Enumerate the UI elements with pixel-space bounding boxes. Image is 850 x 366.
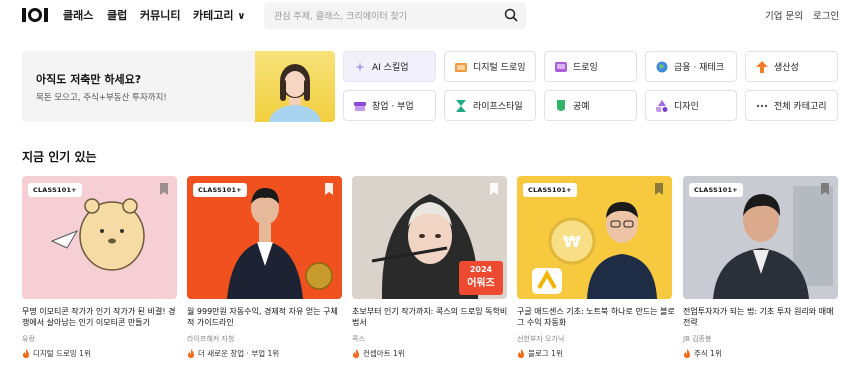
nav-classes[interactable]: 클래스 [63,7,93,23]
class101-logo[interactable] [22,8,48,22]
card-creator: 선한부자 오가닉 [517,335,565,343]
hourglass-icon [456,99,466,112]
card-rank: 디지털 드로잉 1위 [22,348,91,359]
category-startup[interactable]: 창업 · 부업 [343,90,436,121]
card-creator: 유랑 [22,335,35,343]
more-icon [756,104,768,107]
flame-icon [518,349,524,358]
bookmark-icon[interactable] [820,183,830,195]
awards-label: 어워즈 [467,278,495,289]
class-card[interactable]: 2024 어워즈 초보부터 인기 작가까지: 콕스의 드로잉 독학비법서 콕스 … [352,176,507,358]
class-card[interactable]: CLASS101+ 무명 이모티콘 작가가 인기 작가가 된 비결! 경쟁에서 … [22,176,177,358]
class101-plus-badge: CLASS101+ [523,183,577,197]
enterprise-inquiry-link[interactable]: 기업 문의 [765,8,803,22]
search-input[interactable]: 관심 주제, 클래스, 크리에이터 찾기 [274,9,407,22]
category-label: 드로잉 [573,63,598,73]
card-thumbnail[interactable]: CLASS101+ [187,176,342,299]
category-craft[interactable]: 공예 [544,90,637,121]
shapes-icon [656,99,668,112]
login-link[interactable]: 로그인 [813,8,839,22]
category-label: 공예 [573,102,590,112]
card-rank: 컨셉아트 1위 [352,348,405,359]
card-rank-label: 주식 1위 [694,349,722,358]
category-label: AI 스킬업 [372,63,409,73]
card-title[interactable]: 구글 애드센스 기초: 노트북 하나로 만드는 블로그 수익 자동화 [517,306,675,328]
card-rank: 더 새로운 창업 · 부업 1위 [187,348,279,359]
category-drawing[interactable]: 드로잉 [544,51,637,82]
category-label: 창업 · 부업 [372,102,414,112]
category-design[interactable]: 디자인 [645,90,737,121]
awards-2024-tag: 2024 어워즈 [459,261,503,295]
category-label: 디지털 드로잉 [473,63,526,73]
class-card[interactable]: CLASS101+ 전업투자자가 되는 법: 기초 투자 원리와 매매 전략 J… [683,176,838,358]
card-title[interactable]: 월 999만원 자동수익, 경제적 자유 얻는 구체적 가이드라인 [187,306,345,328]
flame-icon [23,349,29,358]
search-icon[interactable] [504,8,518,22]
card-rank-label: 컨셉아트 1위 [363,349,405,358]
bookmark-icon[interactable] [159,183,169,195]
search-bar[interactable]: 관심 주제, 클래스, 크리에이터 찾기 [264,2,526,29]
category-lifestyle[interactable]: 라이프스타일 [444,90,536,121]
card-creator: JB 김종봉 [683,335,712,343]
bookmark-icon[interactable] [489,183,499,195]
card-rank-label: 블로그 1위 [528,349,563,358]
card-creator: 콕스 [352,335,365,343]
awards-year: 2024 [469,265,493,274]
drawing-board-icon [555,61,567,72]
store-icon [354,101,366,111]
class101-plus-badge: CLASS101+ [28,183,82,197]
drawing-icon [455,62,467,72]
top-header: 클래스 클럽 커뮤니티 카테고리 ∨ 관심 주제, 클래스, 크리에이터 찾기 … [0,0,850,32]
category-label: 전체 카테고리 [774,102,827,112]
sparkle-icon [355,61,365,72]
nav-club[interactable]: 클럽 [107,7,127,23]
class101-plus-badge: CLASS101+ [193,183,247,197]
category-label: 금융 · 재테크 [674,63,724,73]
promo-title: 아직도 저축만 하세요? [36,73,142,86]
category-label: 생산성 [774,63,799,73]
card-title[interactable]: 무명 이모티콘 작가가 인기 작가가 된 비결! 경쟁에서 살아남는 인기 이모… [22,306,180,328]
nav-category-label: 카테고리 [193,9,234,22]
card-thumbnail[interactable]: CLASS101+ [683,176,838,299]
card-creator: 라이프해커 자청 [187,335,235,343]
promo-image [255,51,335,122]
svg-text:₩: ₩ [563,232,581,251]
chevron-down-icon: ∨ [237,11,246,22]
flame-icon [684,349,690,358]
promo-banner[interactable]: 아직도 저축만 하세요? 목돈 모으고, 주식+부동산 투자까지! [22,51,335,122]
category-label: 디자인 [674,102,699,112]
card-thumbnail[interactable]: ₩ CLASS101+ [517,176,672,299]
card-thumbnail[interactable]: CLASS101+ [22,176,177,299]
promo-subtitle: 목돈 모으고, 주식+부동산 투자까지! [36,93,167,103]
nav-community[interactable]: 커뮤니티 [140,7,180,23]
card-rank-label: 더 새로운 창업 · 부업 1위 [198,349,280,358]
flame-icon [353,349,359,358]
card-rank-label: 디지털 드로잉 1위 [33,349,91,358]
globe-icon [656,61,668,72]
card-title[interactable]: 초보부터 인기 작가까지: 콕스의 드로잉 독학비법서 [352,306,510,328]
bookmark-icon[interactable] [654,183,664,195]
craft-icon [557,99,565,111]
category-productivity[interactable]: 생산성 [745,51,838,82]
arrow-up-icon [756,60,768,73]
card-rank: 주식 1위 [683,348,722,359]
card-rank: 블로그 1위 [517,348,563,359]
category-ai-skillup[interactable]: AI 스킬업 [343,51,436,82]
card-thumbnail[interactable]: 2024 어워즈 [352,176,507,299]
class-card[interactable]: ₩ CLASS101+ 구글 애드센스 기초: 노트북 하나로 만드는 블로그 … [517,176,675,358]
bookmark-icon[interactable] [324,183,334,195]
category-all[interactable]: 전체 카테고리 [745,90,838,121]
category-label: 라이프스타일 [473,102,523,112]
category-digital-drawing[interactable]: 디지털 드로잉 [444,51,536,82]
class101-plus-badge: CLASS101+ [689,183,743,197]
section-title: 지금 인기 있는 [22,150,97,164]
flame-icon [188,349,194,358]
card-title[interactable]: 전업투자자가 되는 법: 기초 투자 원리와 매매 전략 [683,306,841,328]
category-finance[interactable]: 금융 · 재테크 [645,51,737,82]
nav-category[interactable]: 카테고리 ∨ [193,7,245,23]
class-card[interactable]: CLASS101+ 월 999만원 자동수익, 경제적 자유 얻는 구체적 가이… [187,176,342,358]
